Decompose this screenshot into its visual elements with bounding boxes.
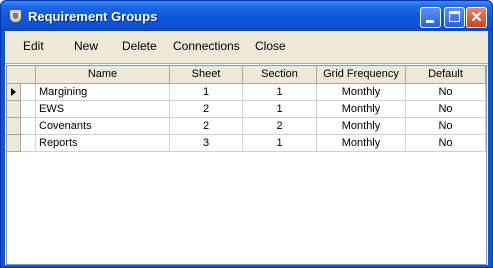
requirement-groups-window: Requirement Groups ✕ Edit New Delete Con… — [0, 0, 493, 268]
close-window-button[interactable]: ✕ — [466, 7, 487, 28]
cell-sheet[interactable]: 3 — [170, 135, 243, 152]
cell-name[interactable]: Covenants — [36, 118, 170, 135]
minimize-icon — [426, 20, 434, 23]
column-header-sheet[interactable]: Sheet — [170, 66, 243, 84]
cell-name[interactable]: Reports — [36, 135, 170, 152]
cell-grid-frequency[interactable]: Monthly — [317, 84, 406, 101]
cell-default[interactable]: No — [406, 84, 486, 101]
minimize-button[interactable] — [420, 7, 441, 28]
cell-sheet[interactable]: 2 — [170, 118, 243, 135]
cell-section[interactable]: 1 — [243, 84, 317, 101]
cell-default[interactable]: No — [406, 118, 486, 135]
title-bar[interactable]: Requirement Groups ✕ — [1, 1, 492, 31]
column-header-grid-frequency[interactable]: Grid Frequency — [317, 66, 406, 84]
maximize-button[interactable] — [444, 7, 465, 28]
menu-new[interactable]: New — [74, 39, 98, 53]
row-selector[interactable] — [7, 118, 21, 135]
menu-connections[interactable]: Connections — [173, 39, 240, 53]
cell-name[interactable]: EWS — [36, 101, 170, 118]
cell-grid-frequency[interactable]: Monthly — [317, 135, 406, 152]
grid-corner — [7, 66, 36, 84]
current-row-arrow-icon — [11, 88, 16, 96]
maximize-icon — [449, 11, 460, 22]
cell-sheet[interactable]: 1 — [170, 84, 243, 101]
requirement-groups-grid[interactable]: Name Sheet Section Grid Frequency Defaul… — [6, 65, 487, 265]
column-header-default[interactable]: Default — [406, 66, 486, 84]
cell-sheet[interactable]: 2 — [170, 101, 243, 118]
column-header-name[interactable]: Name — [36, 66, 170, 84]
row-selector[interactable] — [7, 101, 21, 118]
cell-section[interactable]: 2 — [243, 118, 317, 135]
cell-grid-frequency[interactable]: Monthly — [317, 118, 406, 135]
menu-edit[interactable]: Edit — [23, 39, 44, 53]
menu-bar: Edit New Delete Connections Close — [5, 31, 488, 64]
cell-section[interactable]: 1 — [243, 135, 317, 152]
cell-grid-frequency[interactable]: Monthly — [317, 101, 406, 118]
menu-delete[interactable]: Delete — [122, 39, 157, 53]
row-indicator-cell — [21, 101, 36, 118]
window-title: Requirement Groups — [28, 9, 158, 24]
cell-default[interactable]: No — [406, 135, 486, 152]
row-selector[interactable] — [7, 135, 21, 152]
cell-default[interactable]: No — [406, 101, 486, 118]
menu-close[interactable]: Close — [255, 39, 286, 53]
cell-section[interactable]: 1 — [243, 101, 317, 118]
close-icon: ✕ — [470, 9, 483, 26]
cell-name[interactable]: Margining — [36, 84, 170, 101]
window-client-area: Edit New Delete Connections Close Name S… — [5, 31, 488, 265]
row-indicator-cell — [21, 84, 36, 101]
row-indicator-cell — [21, 135, 36, 152]
row-indicator-cell — [21, 118, 36, 135]
shield-icon — [9, 9, 22, 23]
row-selector[interactable] — [7, 84, 21, 101]
column-header-section[interactable]: Section — [243, 66, 317, 84]
